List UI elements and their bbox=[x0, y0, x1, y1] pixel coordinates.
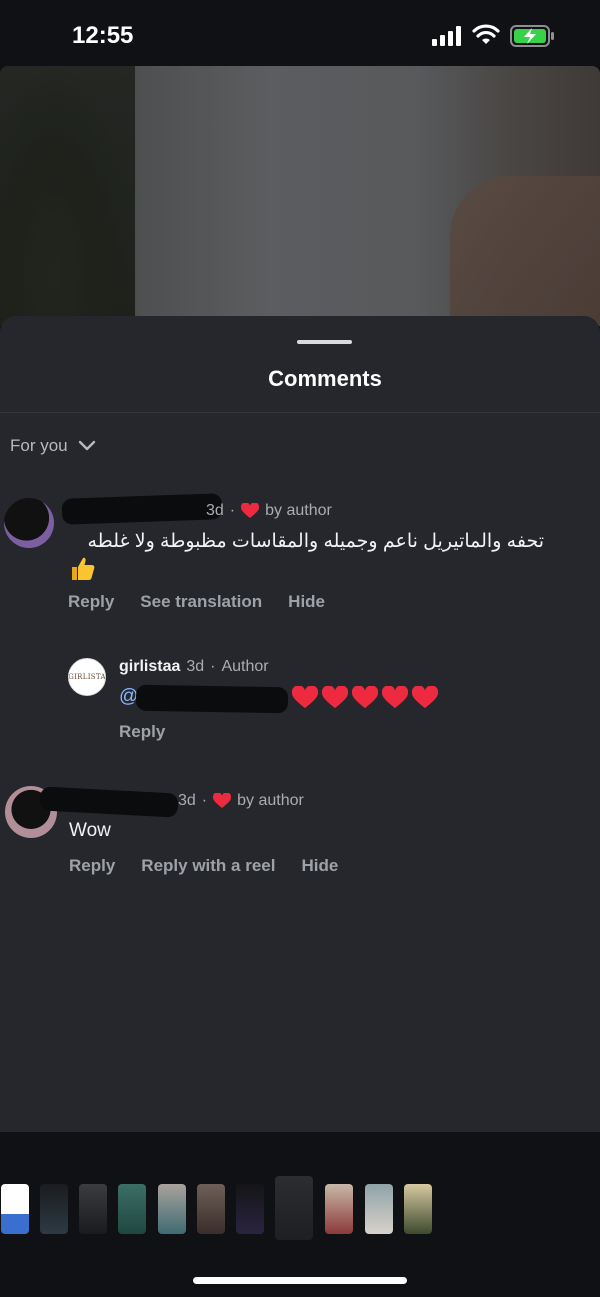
comment-time: 3d bbox=[206, 502, 224, 519]
thumbnail[interactable] bbox=[236, 1184, 264, 1234]
reply-meta: girlistaa 3d · Author bbox=[119, 658, 269, 676]
comments-sheet: Comments For you 3d · by author تحفه وال… bbox=[0, 316, 600, 1132]
thumbnail[interactable] bbox=[325, 1184, 353, 1234]
comment-actions: Reply See translation Hide bbox=[68, 592, 351, 612]
thumbnail[interactable] bbox=[365, 1184, 393, 1234]
heart-icon bbox=[292, 686, 318, 709]
reply-actions: Reply bbox=[119, 722, 191, 742]
home-indicator[interactable] bbox=[193, 1277, 407, 1284]
redacted-username bbox=[39, 786, 179, 818]
wifi-icon bbox=[472, 24, 500, 44]
thumbnail[interactable] bbox=[1, 1184, 29, 1234]
reply-with-reel-button[interactable]: Reply with a reel bbox=[141, 856, 275, 876]
cellular-signal-icon bbox=[432, 26, 461, 46]
chevron-down-icon bbox=[78, 440, 95, 451]
thumbnail[interactable] bbox=[404, 1184, 432, 1234]
reply-hearts bbox=[292, 686, 438, 710]
redacted-mention bbox=[135, 684, 289, 714]
brand-logo-text: GIRLISTA bbox=[68, 673, 106, 681]
status-bar: 12:55 bbox=[0, 0, 600, 66]
thumbnail-selected[interactable] bbox=[275, 1176, 313, 1240]
sheet-drag-handle[interactable] bbox=[297, 340, 352, 344]
sheet-title: Comments bbox=[268, 366, 382, 391]
thumbs-up-icon bbox=[72, 557, 95, 580]
thumbnail[interactable] bbox=[197, 1184, 225, 1234]
author-role-label: Author bbox=[221, 658, 269, 675]
author-avatar[interactable]: GIRLISTA bbox=[68, 658, 106, 696]
hide-button[interactable]: Hide bbox=[288, 592, 325, 612]
video-preview[interactable] bbox=[0, 66, 600, 326]
reply-time: 3d bbox=[186, 658, 205, 675]
thumbnail[interactable] bbox=[158, 1184, 186, 1234]
reply-button[interactable]: Reply bbox=[68, 592, 114, 612]
battery-charging-icon bbox=[510, 25, 554, 47]
see-translation-button[interactable]: See translation bbox=[140, 592, 262, 612]
heart-icon bbox=[322, 686, 348, 709]
reply-button[interactable]: Reply bbox=[69, 856, 115, 876]
thumbnail[interactable] bbox=[40, 1184, 68, 1234]
liked-by-author-badge: by author bbox=[265, 502, 332, 519]
redacted-username bbox=[61, 493, 223, 525]
heart-icon bbox=[412, 686, 438, 709]
status-time: 12:55 bbox=[72, 22, 134, 49]
reply-username[interactable]: girlistaa bbox=[119, 658, 180, 676]
comment-meta: 3d · by author bbox=[178, 792, 304, 809]
sort-dropdown[interactable]: For you bbox=[10, 436, 96, 456]
comment-text: تحفه والماتيريل ناعم وجميله والمقاسات مظ… bbox=[87, 531, 544, 552]
thumbnail[interactable] bbox=[118, 1184, 146, 1234]
heart-icon bbox=[213, 793, 232, 808]
comment-actions: Reply Reply with a reel Hide bbox=[69, 856, 364, 876]
comment-meta: 3d · by author bbox=[206, 502, 332, 519]
thumbnail-strip bbox=[0, 1176, 600, 1240]
hide-button[interactable]: Hide bbox=[301, 856, 338, 876]
commenter-avatar[interactable] bbox=[4, 498, 54, 548]
comment-text: Wow bbox=[69, 820, 111, 841]
thumbnail[interactable] bbox=[79, 1184, 107, 1234]
heart-icon bbox=[352, 686, 378, 709]
liked-by-author-badge: by author bbox=[237, 792, 304, 809]
sort-label: For you bbox=[10, 436, 68, 455]
heart-icon bbox=[241, 503, 260, 518]
comment-time: 3d bbox=[178, 792, 196, 809]
heart-icon bbox=[382, 686, 408, 709]
reply-button[interactable]: Reply bbox=[119, 722, 165, 742]
sheet-divider bbox=[0, 412, 600, 413]
